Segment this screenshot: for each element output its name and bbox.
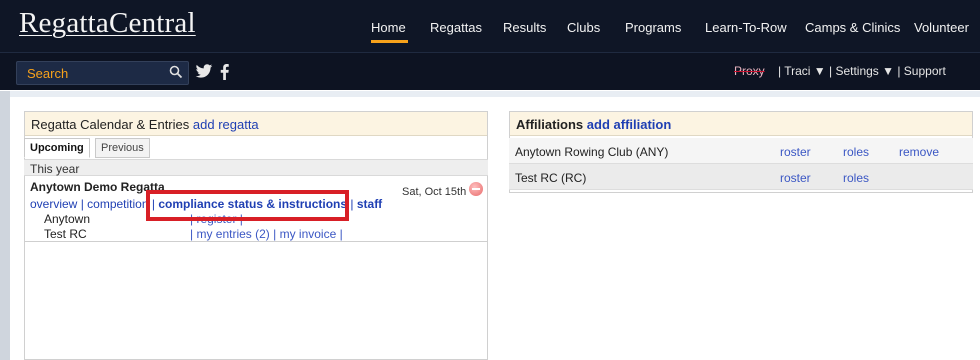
roles-link[interactable]: roles <box>843 171 869 185</box>
tab-upcoming[interactable]: Upcoming <box>24 138 90 158</box>
highlight-annotation-box <box>146 190 349 221</box>
staff-link[interactable]: staff <box>357 197 382 211</box>
club-name-anytown: Anytown <box>44 212 91 226</box>
regatta-name[interactable]: Anytown Demo Regatta <box>30 180 165 194</box>
nav-home[interactable]: Home <box>371 20 406 35</box>
affiliations-panel-header: Affiliations add affiliation <box>510 112 972 136</box>
competition-link[interactable]: competition <box>87 197 148 211</box>
search-icon[interactable] <box>169 65 183 79</box>
nav-programs[interactable]: Programs <box>625 20 681 35</box>
remove-circle-icon[interactable] <box>469 182 483 196</box>
overview-link[interactable]: overview <box>30 197 77 211</box>
affiliation-row: Anytown Rowing Club (ANY) roster roles r… <box>509 138 973 164</box>
add-affiliation-link[interactable]: add affiliation <box>587 117 672 132</box>
search-input[interactable]: Search <box>16 61 189 85</box>
top-navigation-bar: RegattaCentral Home Regattas Results Clu… <box>0 0 980 52</box>
nav-volunteer[interactable]: Volunteer <box>914 20 969 35</box>
affiliation-club-name: Test RC (RC) <box>515 171 587 185</box>
calendar-panel-header: Regatta Calendar & Entries add regatta <box>25 112 487 136</box>
nav-learn-to-row[interactable]: Learn-To-Row <box>705 20 787 35</box>
nav-regattas[interactable]: Regattas <box>430 20 482 35</box>
tab-previous[interactable]: Previous <box>95 138 150 158</box>
nav-clubs[interactable]: Clubs <box>567 20 600 35</box>
affiliations-title: Affiliations <box>516 117 584 132</box>
roster-link[interactable]: roster <box>780 171 811 185</box>
nav-camps-clinics[interactable]: Camps & Clinics <box>805 20 900 35</box>
site-logo[interactable]: RegattaCentral <box>19 7 196 40</box>
active-nav-indicator <box>371 40 408 43</box>
remove-link[interactable]: remove <box>899 145 939 159</box>
search-placeholder: Search <box>27 66 69 81</box>
left-sidebar-strip <box>0 91 10 360</box>
roles-link[interactable]: roles <box>843 145 869 159</box>
affiliation-row: Test RC (RC) roster roles <box>509 164 973 190</box>
facebook-icon[interactable] <box>220 64 229 80</box>
roster-link[interactable]: roster <box>780 145 811 159</box>
twitter-icon[interactable] <box>195 64 213 79</box>
proxy-link[interactable]: Proxy <box>734 64 765 78</box>
test-rc-links[interactable]: | my entries (2) | my invoice | <box>190 227 343 241</box>
club-name-test-rc: Test RC <box>44 227 87 241</box>
regatta-date: Sat, Oct 15th <box>402 186 467 198</box>
section-this-year: This year <box>24 159 488 176</box>
add-regatta-link[interactable]: add regatta <box>193 117 259 132</box>
user-menu-links[interactable]: | Traci ▼ | Settings ▼ | Support <box>778 64 946 78</box>
affiliation-club-name: Anytown Rowing Club (ANY) <box>515 145 669 159</box>
nav-results[interactable]: Results <box>503 20 546 35</box>
calendar-panel-title: Regatta Calendar & Entries <box>31 117 190 132</box>
